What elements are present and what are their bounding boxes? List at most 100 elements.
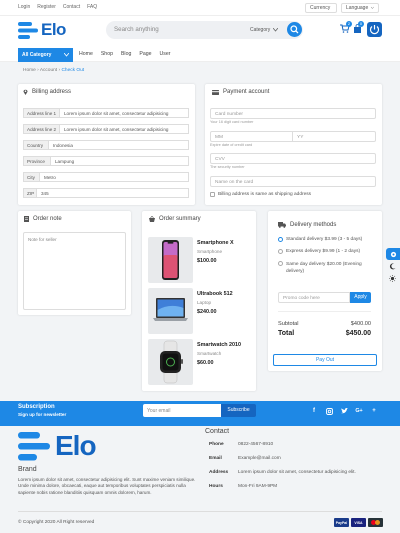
crumb-home[interactable]: Home [23,68,36,73]
delivery-option-standard[interactable]: Standard delivery $3.99 (3 - 5 days) [278,237,376,242]
user-power-button[interactable] [367,22,382,37]
mastercard-icon [368,518,383,527]
light-mode-button[interactable] [389,275,396,282]
contact-title: Contact [205,428,230,435]
address-value: Lorem ipsum dolor sit amet, consectetur … [238,470,356,475]
card-number-input[interactable]: Card number [210,108,376,119]
cvv-input[interactable]: CVV [210,153,376,164]
laptop-image [153,298,188,321]
payment-title: Payment account [212,89,269,95]
smartphone-image [162,240,179,280]
nav-user[interactable]: User [159,51,170,57]
dark-mode-button[interactable] [389,263,396,270]
chevron-down-icon [371,6,374,9]
logo-text: Elo [41,20,66,39]
nav-links: Home Shop Blog Page User [79,51,170,57]
order-note-textarea[interactable]: Note for seller [23,232,126,310]
address-line-2-field[interactable]: Address line 2 Lorem ipsum dolor sit ame… [23,124,189,134]
list-item[interactable]: Ultrabook 512 Laptop $240.00 [148,288,250,334]
chevron-down-icon [64,53,69,57]
chevron-down-icon [273,28,279,32]
list-item[interactable]: Smartwatch 2010 Smartwatch $60.00 [148,339,250,385]
expiry-month-input[interactable]: MM [210,131,293,142]
language-select[interactable]: Language [341,3,379,13]
logo[interactable]: Elo [18,20,66,40]
logo-icon [18,431,50,460]
footer-divider [18,511,382,512]
note-icon [24,216,29,222]
subscribe-email-input[interactable]: Your email [143,404,221,417]
contact-link[interactable]: Contact [63,4,80,10]
delivery-option-same-day[interactable]: Same day delivery $20.00 (Evening delive… [278,261,376,275]
twitter-icon[interactable] [339,406,349,416]
google-plus-icon[interactable]: G+ [354,406,364,416]
nav-blog[interactable]: Blog [121,51,131,57]
search-button[interactable] [287,22,302,37]
order-note-title: Order note [24,216,62,222]
pay-out-button[interactable]: Pay Out [273,354,377,366]
crumb-account[interactable]: Account [40,68,57,73]
radio-selected[interactable] [278,237,283,242]
radio[interactable] [278,261,283,266]
promo-code-input[interactable]: Promo code here [278,292,350,303]
hours-value: Mon-Fri 9AM-9PM [238,484,278,489]
product-name: Ultrabook 512 [197,291,233,297]
name-on-card-input[interactable]: Name on the card [210,176,376,187]
same-billing-checkbox[interactable]: Billing address is same as shipping addr… [210,192,311,197]
product-name: Smartphone X [197,240,234,246]
nav-page[interactable]: Page [139,51,151,57]
wishlist-button[interactable]: 0 [353,21,364,33]
power-icon [369,25,380,35]
nav-home[interactable]: Home [79,51,93,57]
footer-about: Lorem ipsum dolor sit amet, consectetur … [18,477,196,495]
nav-shop[interactable]: Shop [101,51,113,57]
facebook-icon[interactable]: f [309,406,319,416]
truck-icon [278,222,286,228]
copyright: © Copyright 2020 All Right reserved [18,520,95,525]
country-field[interactable]: Country Indonesia [23,140,189,150]
add-icon[interactable]: + [369,406,379,416]
radio[interactable] [278,249,283,254]
location-pin-icon [23,89,28,95]
product-name: Smartwatch 2010 [197,342,242,348]
settings-button[interactable] [386,248,400,260]
basket-icon [149,216,155,222]
order-summary-title: Order summary [149,216,201,222]
subscribe-button[interactable]: Subscribe [221,404,256,417]
currency-select[interactable]: Currency [305,3,337,13]
search-bar[interactable]: Search anything Category [106,21,303,39]
subtotal-value: $400.00 [350,321,371,327]
search-input[interactable]: Search anything [114,26,159,33]
cart-button[interactable]: 2 [340,21,352,33]
product-image-watch [148,339,193,385]
cart-badge: 2 [346,21,352,27]
city-field[interactable]: City Metro [23,172,189,182]
total-value: $450.00 [345,330,371,337]
province-field[interactable]: Province Lampung [23,156,189,166]
phone-label: Phone [209,442,224,447]
checkbox[interactable] [210,192,215,197]
category-select[interactable]: Category [250,27,279,33]
faq-link[interactable]: FAQ [87,4,97,10]
crumb-current: Check Out [61,68,85,73]
expiry-year-input[interactable]: YY [293,131,376,142]
register-link[interactable]: Register [37,4,56,10]
zip-field[interactable]: ZIP 345 [23,188,189,198]
delivery-option-express[interactable]: Express delivery $9.99 (1 - 2 days) [278,249,376,254]
login-link[interactable]: Login [18,4,30,10]
brand-label: Brand [18,466,37,473]
paypal-icon: PayPal [334,518,349,527]
email-label: Email [209,456,222,461]
hours-label: Hours [209,484,223,489]
email-value[interactable]: Example@mail.com [238,456,281,461]
list-item[interactable]: Smartphone X Smartphone $100.00 [148,237,250,283]
moon-icon [389,263,396,270]
smartwatch-image [160,340,183,384]
address-line-1-field[interactable]: Address line 1 Lorem ipsum dolor sit ame… [23,108,189,118]
expiry-hint: Expire date of credit card [210,143,253,147]
logo-icon [18,21,38,39]
all-category-button[interactable]: All Category [18,48,73,62]
instagram-icon[interactable] [324,406,334,416]
apply-button[interactable]: Apply [350,292,371,303]
wishlist-badge: 0 [358,21,364,27]
